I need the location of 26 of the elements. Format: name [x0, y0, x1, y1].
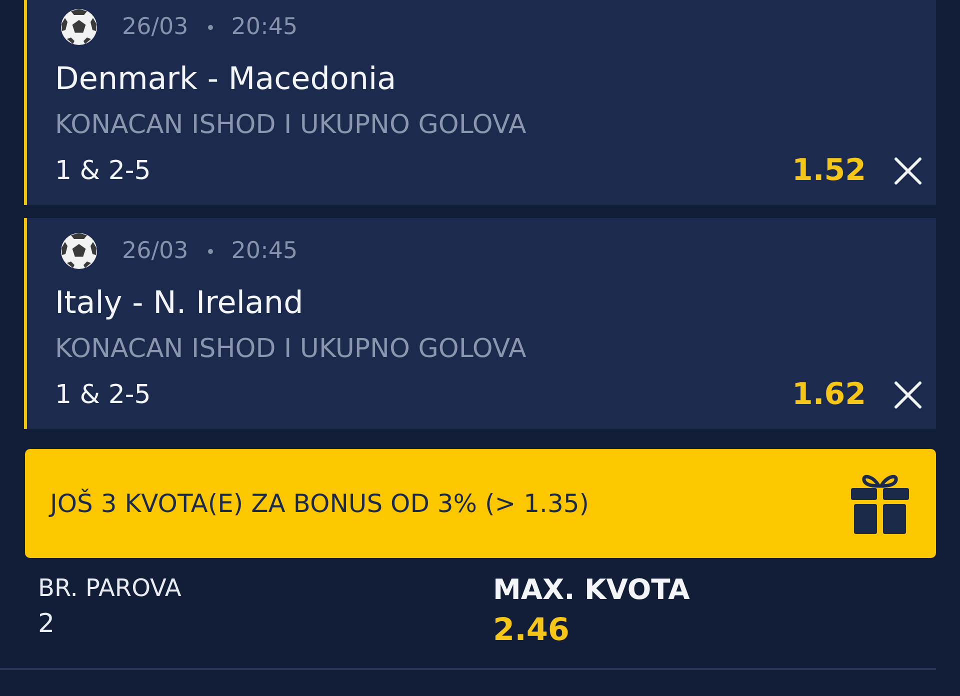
separator-dot-icon [208, 24, 214, 30]
match-date: 26/03 [122, 13, 188, 42]
match-time: 20:45 [231, 13, 298, 42]
bet-selection: 1 & 2-5 [55, 379, 151, 411]
match-time: 20:45 [231, 237, 298, 266]
remove-button[interactable] [892, 379, 924, 411]
market-name: KONACAN ISHOD I UKUPNO GOLOVA [55, 333, 528, 366]
summary-value: 2.46 [493, 611, 570, 650]
market-name: KONACAN ISHOD I UKUPNO GOLOVA [55, 109, 528, 142]
bonus-text: JOŠ 3 KVOTA(E) ZA BONUS OD 3% (> 1.35) [50, 488, 590, 518]
odds-value: 1.52 [792, 153, 866, 189]
summary-label: BR. PAROVA [38, 573, 182, 604]
odds-value: 1.62 [792, 377, 866, 413]
remove-button[interactable] [892, 155, 924, 187]
summary-value: 2 [38, 608, 56, 641]
match-date: 26/03 [122, 237, 188, 266]
close-icon [894, 381, 922, 409]
close-icon [894, 157, 922, 185]
match-title: Denmark - Macedonia [55, 60, 398, 99]
football-icon [60, 232, 98, 270]
bet-selection: 1 & 2-5 [55, 155, 151, 187]
football-icon [60, 8, 98, 46]
separator-dot-icon [208, 248, 214, 254]
summary-label: MAX. KVOTA [493, 572, 691, 608]
match-title: Italy - N. Ireland [55, 284, 304, 323]
gift-icon [851, 474, 909, 534]
